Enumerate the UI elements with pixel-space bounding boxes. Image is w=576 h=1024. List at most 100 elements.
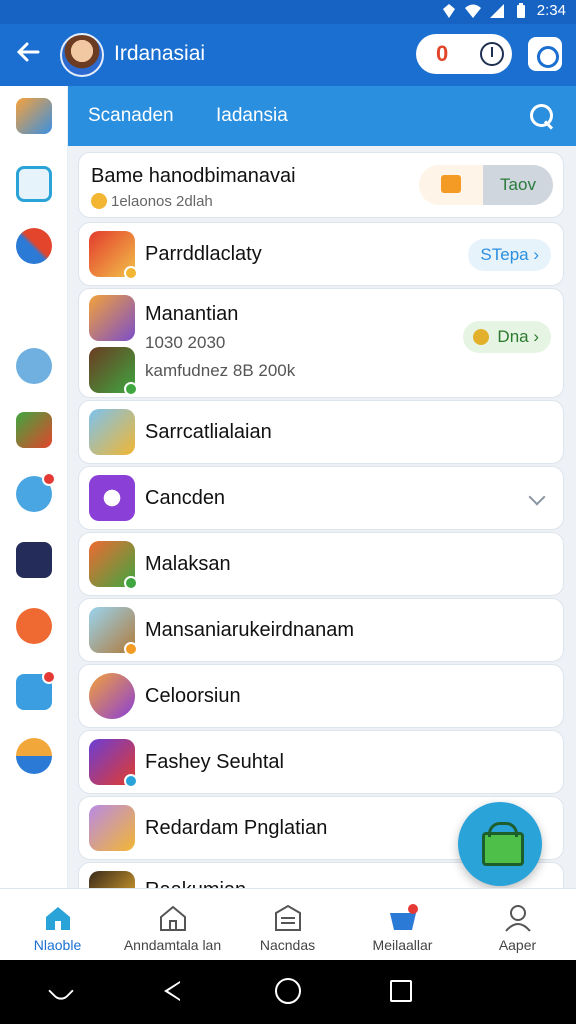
game-thumbnail: [89, 231, 138, 280]
heart-badge-icon[interactable]: [16, 472, 56, 512]
list-icon[interactable]: [16, 166, 52, 202]
basket-fab-button[interactable]: [458, 802, 542, 886]
list-item[interactable]: Mansaniarukeirdnanam: [78, 598, 564, 662]
chevron-down-icon[interactable]: [528, 488, 546, 506]
list-item[interactable]: Parrddlaclaty STepa ›: [78, 222, 564, 286]
wifi-icon: [464, 4, 481, 18]
badge-icon: [124, 382, 138, 396]
avatar[interactable]: [60, 33, 104, 77]
game-thumbnail: [89, 739, 138, 788]
row-action-label: Dna: [497, 327, 529, 346]
row-action-label: STepa: [480, 245, 529, 264]
row-title: Fashey Seuhtal: [145, 751, 284, 773]
badge-icon: [124, 774, 138, 788]
nav-label-profile: Aaper: [498, 937, 537, 953]
nav-label-houses: Anndamtala lan: [123, 937, 222, 953]
game-thumbnail: [89, 805, 135, 851]
system-back-button[interactable]: [158, 978, 184, 1004]
list-item[interactable]: Celoorsiun: [78, 664, 564, 728]
page-title: Irdanasiai: [114, 42, 206, 65]
fish-icon[interactable]: [16, 98, 52, 134]
tab-scanaden[interactable]: Scanaden: [88, 105, 174, 127]
system-nav-bar: [0, 960, 576, 1024]
game-thumbnail: [89, 295, 135, 341]
assistant-icon[interactable]: [48, 978, 74, 1004]
tab-iadansia[interactable]: Iadansia: [216, 105, 288, 127]
coin-icon: [473, 329, 490, 345]
camera-button[interactable]: [528, 37, 562, 71]
game-list: Bame hanodbimanavai 1elaonos 2dlah Taov …: [68, 146, 576, 888]
chest-icon[interactable]: [419, 165, 483, 205]
list-item[interactable]: Sarrcatlialaian: [78, 400, 564, 464]
counter-value: 0: [436, 41, 449, 66]
battery-icon: [516, 2, 525, 18]
signal-icon: [489, 3, 504, 18]
heart-badge-icon[interactable]: [16, 670, 56, 710]
nav-label-home: Nlaoble: [33, 937, 82, 953]
game-thumbnail: [89, 347, 138, 396]
monster-icon[interactable]: [16, 608, 52, 644]
app-bar: Irdanasiai 0: [0, 24, 576, 86]
row-action-button[interactable]: STepa ›: [468, 239, 551, 271]
game-thumbnail: [89, 871, 135, 888]
arrow-left-icon: [16, 42, 40, 62]
nav-label-inbox: Nacndas: [259, 937, 316, 953]
segment-toggle[interactable]: Taov: [419, 165, 553, 205]
row-title: Sarrcatlialaian: [145, 421, 272, 443]
house-outline-icon: [160, 905, 186, 931]
nav-item-home[interactable]: Nlaoble: [0, 889, 115, 961]
home-icon: [46, 907, 70, 930]
coin-icon: [91, 193, 107, 209]
character-icon[interactable]: [16, 738, 52, 774]
left-rail: [0, 86, 68, 888]
row-title: Celoorsiun: [145, 685, 241, 707]
row-subtitle: 1030 2030: [145, 333, 226, 352]
back-button[interactable]: [14, 38, 44, 72]
nav-item-profile[interactable]: Aaper: [460, 889, 575, 961]
bottom-nav: Nlaoble Anndamtala lan Nacndas Meilaalla…: [0, 888, 576, 960]
nav-item-basket[interactable]: Meilaallar: [345, 889, 460, 961]
row-action-button[interactable]: Dna ›: [463, 321, 551, 353]
row-title: Malaksan: [145, 553, 231, 575]
list-item[interactable]: Fashey Seuhtal: [78, 730, 564, 794]
tools-icon[interactable]: [16, 228, 52, 264]
row-meta: kamfudnez 8B 200k: [145, 361, 296, 380]
system-recents-button[interactable]: [390, 980, 412, 1002]
grid-icon[interactable]: [16, 542, 52, 578]
row-title: Manantian: [145, 303, 239, 325]
system-home-button[interactable]: [275, 978, 301, 1004]
featured-subtitle: 1elaonos 2dlah: [91, 193, 213, 210]
badge-icon: [124, 576, 138, 590]
featured-card[interactable]: Bame hanodbimanavai 1elaonos 2dlah Taov: [78, 152, 564, 218]
status-icons: 2:34: [441, 2, 566, 19]
timer-icon: [480, 42, 504, 66]
game-thumbnail: [89, 607, 138, 656]
nav-item-houses[interactable]: Anndamtala lan: [115, 889, 230, 961]
row-title: Mansaniarukeirdnanam: [145, 619, 355, 641]
game-thumbnail: [89, 673, 135, 719]
list-item[interactable]: Cancden: [78, 466, 564, 530]
row-title: Raakumian: [145, 879, 246, 888]
hammer-icon[interactable]: [16, 412, 52, 448]
counter-pill[interactable]: 0: [416, 34, 512, 74]
inbox-icon: [275, 904, 301, 931]
cat-icon[interactable]: [16, 348, 52, 384]
list-item[interactable]: Manantian 1030 2030 kamfudnez 8B 200k Dn…: [78, 288, 564, 398]
row-title: Redardam Pnglatian: [145, 817, 328, 839]
row-title: Parrddlaclaty: [145, 243, 262, 265]
game-thumbnail: [89, 541, 138, 590]
notification-dot: [42, 472, 56, 486]
person-icon: [505, 905, 531, 932]
search-icon[interactable]: [528, 102, 556, 130]
cart-basket-icon: [390, 904, 418, 930]
list-item[interactable]: Malaksan: [78, 532, 564, 596]
coin-icon: [124, 642, 138, 656]
nav-item-inbox[interactable]: Nacndas: [230, 889, 345, 961]
nav-label-basket: Meilaallar: [372, 937, 433, 953]
featured-title: Bame hanodbimanavai: [91, 165, 296, 187]
status-bar: 2:34: [0, 0, 576, 24]
row-title: Cancden: [145, 487, 226, 509]
segment-label[interactable]: Taov: [483, 165, 553, 205]
featured-subtitle-text: 1elaonos 2dlah: [111, 193, 213, 210]
location-icon: [442, 3, 455, 18]
